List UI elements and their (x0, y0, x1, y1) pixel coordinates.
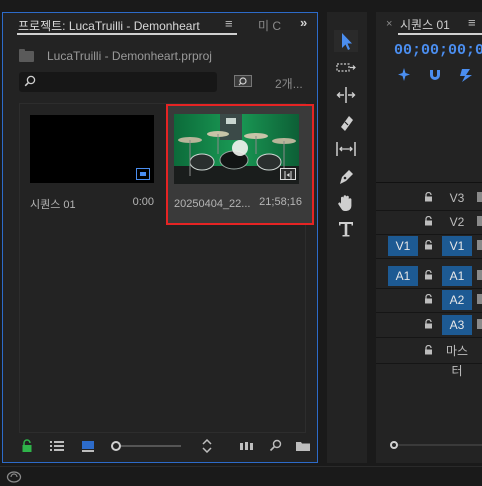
hand-tool-icon (338, 195, 352, 212)
track-row[interactable]: V3 (376, 186, 482, 210)
item-duration: 0:00 (132, 196, 154, 208)
active-tab-underline (398, 33, 482, 35)
track-target-button[interactable]: A2 (442, 290, 472, 310)
automate-to-sequence-icon[interactable] (239, 439, 255, 453)
project-bottom-toolbar (19, 439, 311, 455)
scrollbar-track (398, 444, 482, 446)
slip-tool-button[interactable] (334, 138, 358, 160)
project-tab-bar: 프로젝트: LucaTruilli - Demonheart ≡ 미 C » (3, 13, 317, 37)
track-select-tool-icon (336, 63, 356, 72)
track-lock-icon[interactable] (424, 240, 433, 250)
track-lock-icon[interactable] (424, 192, 433, 202)
sort-icon[interactable] (201, 439, 213, 453)
tab-project[interactable]: 프로젝트: LucaTruilli - Demonheart (18, 17, 200, 34)
hand-tool-button[interactable] (334, 192, 358, 214)
list-view-icon[interactable] (49, 439, 65, 453)
tools-panel (327, 12, 367, 463)
type-tool-icon (339, 222, 353, 237)
track-lock-icon[interactable] (424, 294, 433, 304)
lock-icon[interactable] (21, 439, 33, 453)
item-name: 시퀀스 01 (30, 199, 76, 211)
find-bottom-icon[interactable] (269, 439, 283, 453)
panel-menu-icon[interactable]: ≡ (225, 16, 233, 31)
status-bar (0, 466, 482, 486)
icon-view-icon[interactable] (81, 439, 95, 453)
track-header-edge (477, 192, 482, 202)
snap-magnet-icon[interactable] (430, 70, 440, 80)
track-lock-icon[interactable] (424, 345, 433, 355)
project-item-video[interactable]: 20250404_22... 21;58;16 (166, 104, 314, 225)
track-row[interactable]: A1 A1 (376, 264, 482, 288)
find-icon[interactable] (234, 73, 252, 89)
source-patch-button[interactable]: A1 (388, 266, 418, 286)
track-separator (376, 337, 482, 338)
track-header-divider (376, 182, 482, 183)
ripple-edit-tool-button[interactable] (334, 84, 358, 106)
track-row[interactable]: 마스터 (376, 339, 482, 378)
project-file-row: LucaTruilli - Demonheart.prproj (17, 49, 307, 65)
new-bin-icon[interactable] (295, 439, 311, 453)
more-panels-icon[interactable]: » (300, 15, 307, 30)
track-target-button[interactable]: V3 (442, 188, 472, 208)
track-lock-icon[interactable] (424, 216, 433, 226)
snap-sparkle-icon[interactable] (398, 68, 410, 81)
track-lock-icon[interactable] (424, 270, 433, 280)
track-row[interactable]: A3 (376, 313, 482, 337)
track-separator (376, 258, 482, 259)
search-icon (24, 75, 36, 87)
track-target-button[interactable]: 마스터 (442, 341, 472, 378)
selection-tool-button[interactable] (334, 30, 358, 52)
track-header-edge (477, 240, 482, 250)
selection-tool-icon (342, 33, 352, 50)
item-count: 2개... (275, 77, 303, 91)
type-tool-button[interactable] (334, 218, 358, 240)
timeline-zoom-scrollbar[interactable] (390, 441, 482, 449)
close-tab-icon[interactable]: × (386, 18, 392, 30)
item-duration: 21;58;16 (259, 196, 302, 208)
pen-tool-icon (340, 170, 353, 184)
timeline-panel-menu-icon[interactable]: ≡ (468, 15, 476, 30)
track-target-button[interactable]: V1 (442, 236, 472, 256)
track-lock-icon[interactable] (424, 319, 433, 329)
timeline-panel: × 시퀀스 01 ≡ 00;00;00;00 V3 V2 V1 V1 A1 A1 A2 A3 마… (376, 12, 482, 463)
playhead-timecode[interactable]: 00;00;00;00 (394, 42, 482, 59)
folder-icon (19, 49, 34, 62)
track-row[interactable]: V2 (376, 210, 482, 234)
zoom-slider[interactable] (111, 441, 181, 451)
track-target-button[interactable]: A3 (442, 315, 472, 335)
search-input[interactable] (19, 72, 217, 92)
track-header-edge (477, 270, 482, 280)
track-target-button[interactable]: A1 (442, 266, 472, 286)
project-file-name: LucaTruilli - Demonheart.prproj (47, 49, 212, 63)
track-header-edge (477, 294, 482, 304)
ripple-edit-tool-icon (336, 87, 356, 103)
sequence-badge-icon (136, 168, 150, 180)
linked-selection-icon[interactable] (460, 69, 472, 82)
track-row[interactable]: A2 (376, 288, 482, 312)
project-panel: 프로젝트: LucaTruilli - Demonheart ≡ 미 C » L… (2, 12, 318, 463)
tab-sequence-01[interactable]: 시퀀스 01 (400, 16, 450, 33)
razor-tool-button[interactable] (334, 112, 358, 134)
source-patch-button[interactable]: V1 (388, 236, 418, 256)
zoom-slider-handle[interactable] (111, 441, 121, 451)
scrollbar-handle[interactable] (390, 441, 398, 449)
project-item-sequence[interactable]: 시퀀스 01 0:00 (28, 112, 168, 220)
tab-media-browser[interactable]: 미 C (258, 17, 281, 34)
razor-tool-icon (341, 116, 353, 131)
item-name: 20250404_22... (174, 198, 251, 210)
timeline-toolbar (398, 68, 472, 82)
track-select-tool-button[interactable] (334, 58, 358, 80)
track-header-edge (477, 319, 482, 329)
project-bin-icon-view[interactable]: 시퀀스 01 0:00 20250404_22... 21;58;16 (19, 103, 314, 433)
track-separator (376, 363, 482, 364)
track-row[interactable]: V1 V1 (376, 234, 482, 258)
slip-tool-icon (336, 142, 356, 156)
track-header-edge (477, 216, 482, 226)
active-tab-underline (17, 33, 237, 35)
pen-tool-button[interactable] (334, 166, 358, 188)
cloud-sync-icon[interactable] (6, 470, 22, 484)
track-target-button[interactable]: V2 (442, 212, 472, 232)
video-clip-badge-icon (280, 168, 296, 180)
zoom-slider-track (111, 445, 181, 447)
